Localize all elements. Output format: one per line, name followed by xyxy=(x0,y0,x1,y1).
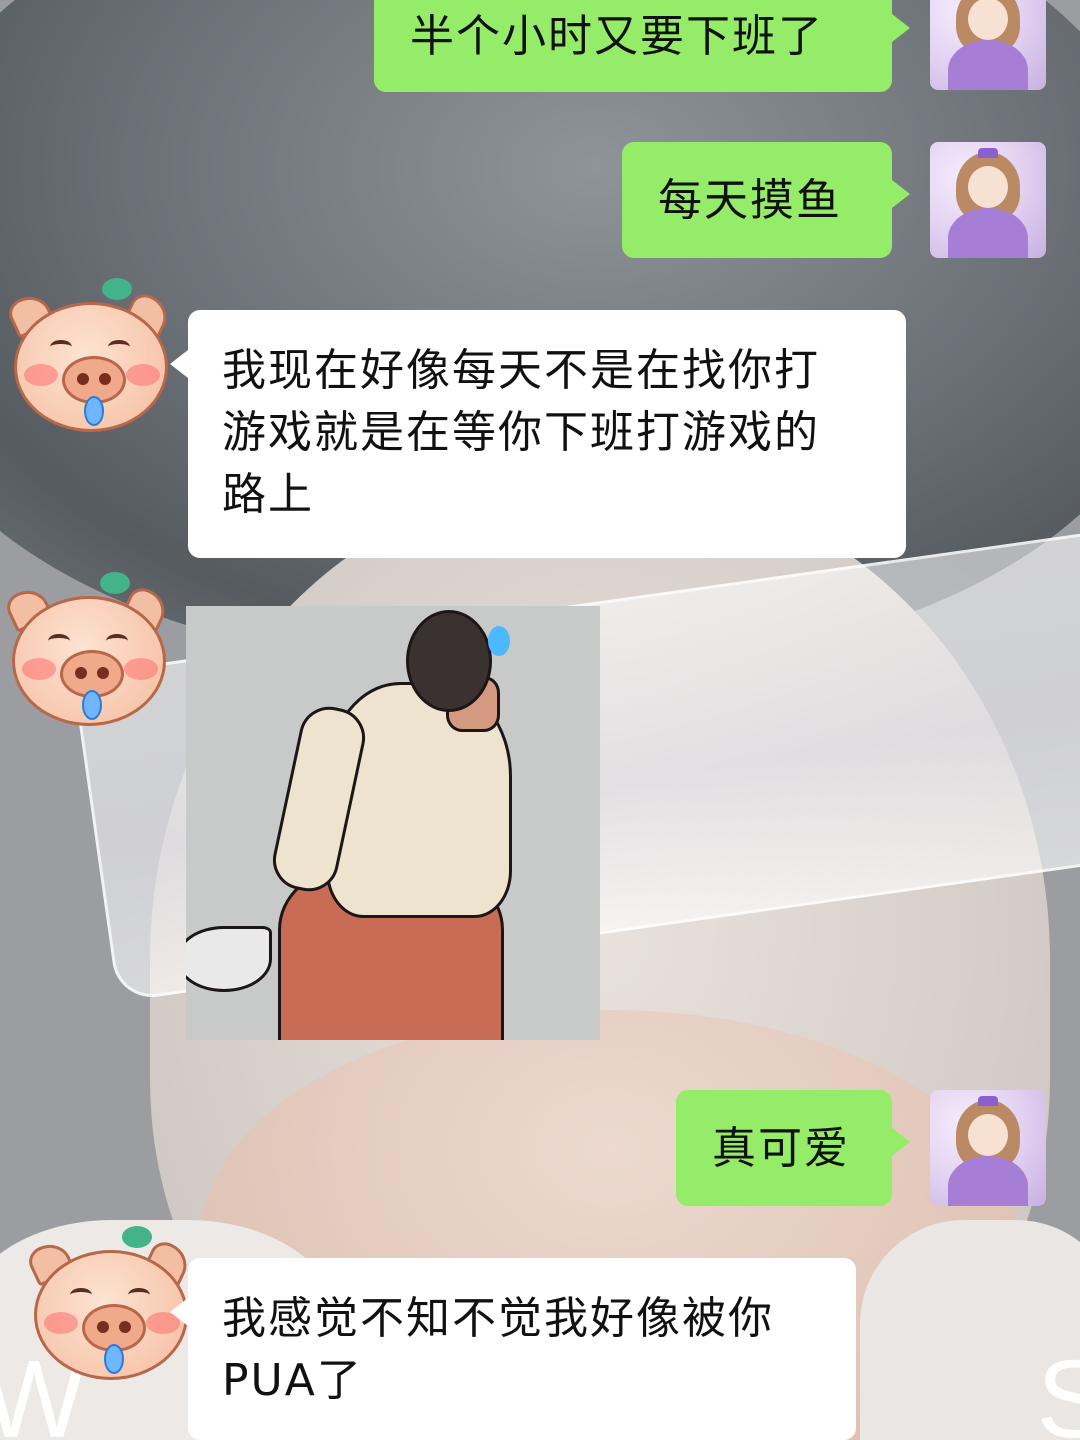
princess-avatar-icon[interactable] xyxy=(930,0,1046,90)
message-text: 每天摸鱼 xyxy=(658,175,842,226)
princess-avatar-icon[interactable] xyxy=(930,1090,1046,1206)
message-text-line: 我感觉不知不觉我好像被你 xyxy=(222,1293,774,1344)
message-bubble-sent[interactable]: 真可爱 xyxy=(676,1090,910,1206)
message-bubble-sent[interactable]: 半个小时又要下班了 xyxy=(374,0,910,92)
message-bubble-sent[interactable]: 每天摸鱼 xyxy=(622,142,910,258)
princess-avatar-icon[interactable] xyxy=(930,142,1046,258)
message-text-line: 我现在好像每天不是在找你打 xyxy=(222,345,820,396)
watermark-right: S xyxy=(1036,1338,1080,1440)
pig-emoji-avatar-icon[interactable] xyxy=(4,278,174,432)
message-text-line: 游戏就是在等你下班打游戏的 xyxy=(222,407,820,458)
message-text-line: PUA了 xyxy=(222,1355,363,1406)
pig-emoji-avatar-icon[interactable] xyxy=(2,572,172,726)
message-text-line: 路上 xyxy=(222,469,314,520)
message-bubble-received[interactable]: 我现在好像每天不是在找你打 游戏就是在等你下班打游戏的 路上 xyxy=(170,310,906,558)
pig-emoji-avatar-icon[interactable] xyxy=(24,1226,194,1380)
message-text: 半个小时又要下班了 xyxy=(410,11,824,62)
cartoon-man-scratching-sticker-icon[interactable] xyxy=(186,606,600,1040)
message-bubble-received[interactable]: 我感觉不知不觉我好像被你 PUA了 xyxy=(170,1258,856,1440)
message-text: 真可爱 xyxy=(712,1123,850,1174)
